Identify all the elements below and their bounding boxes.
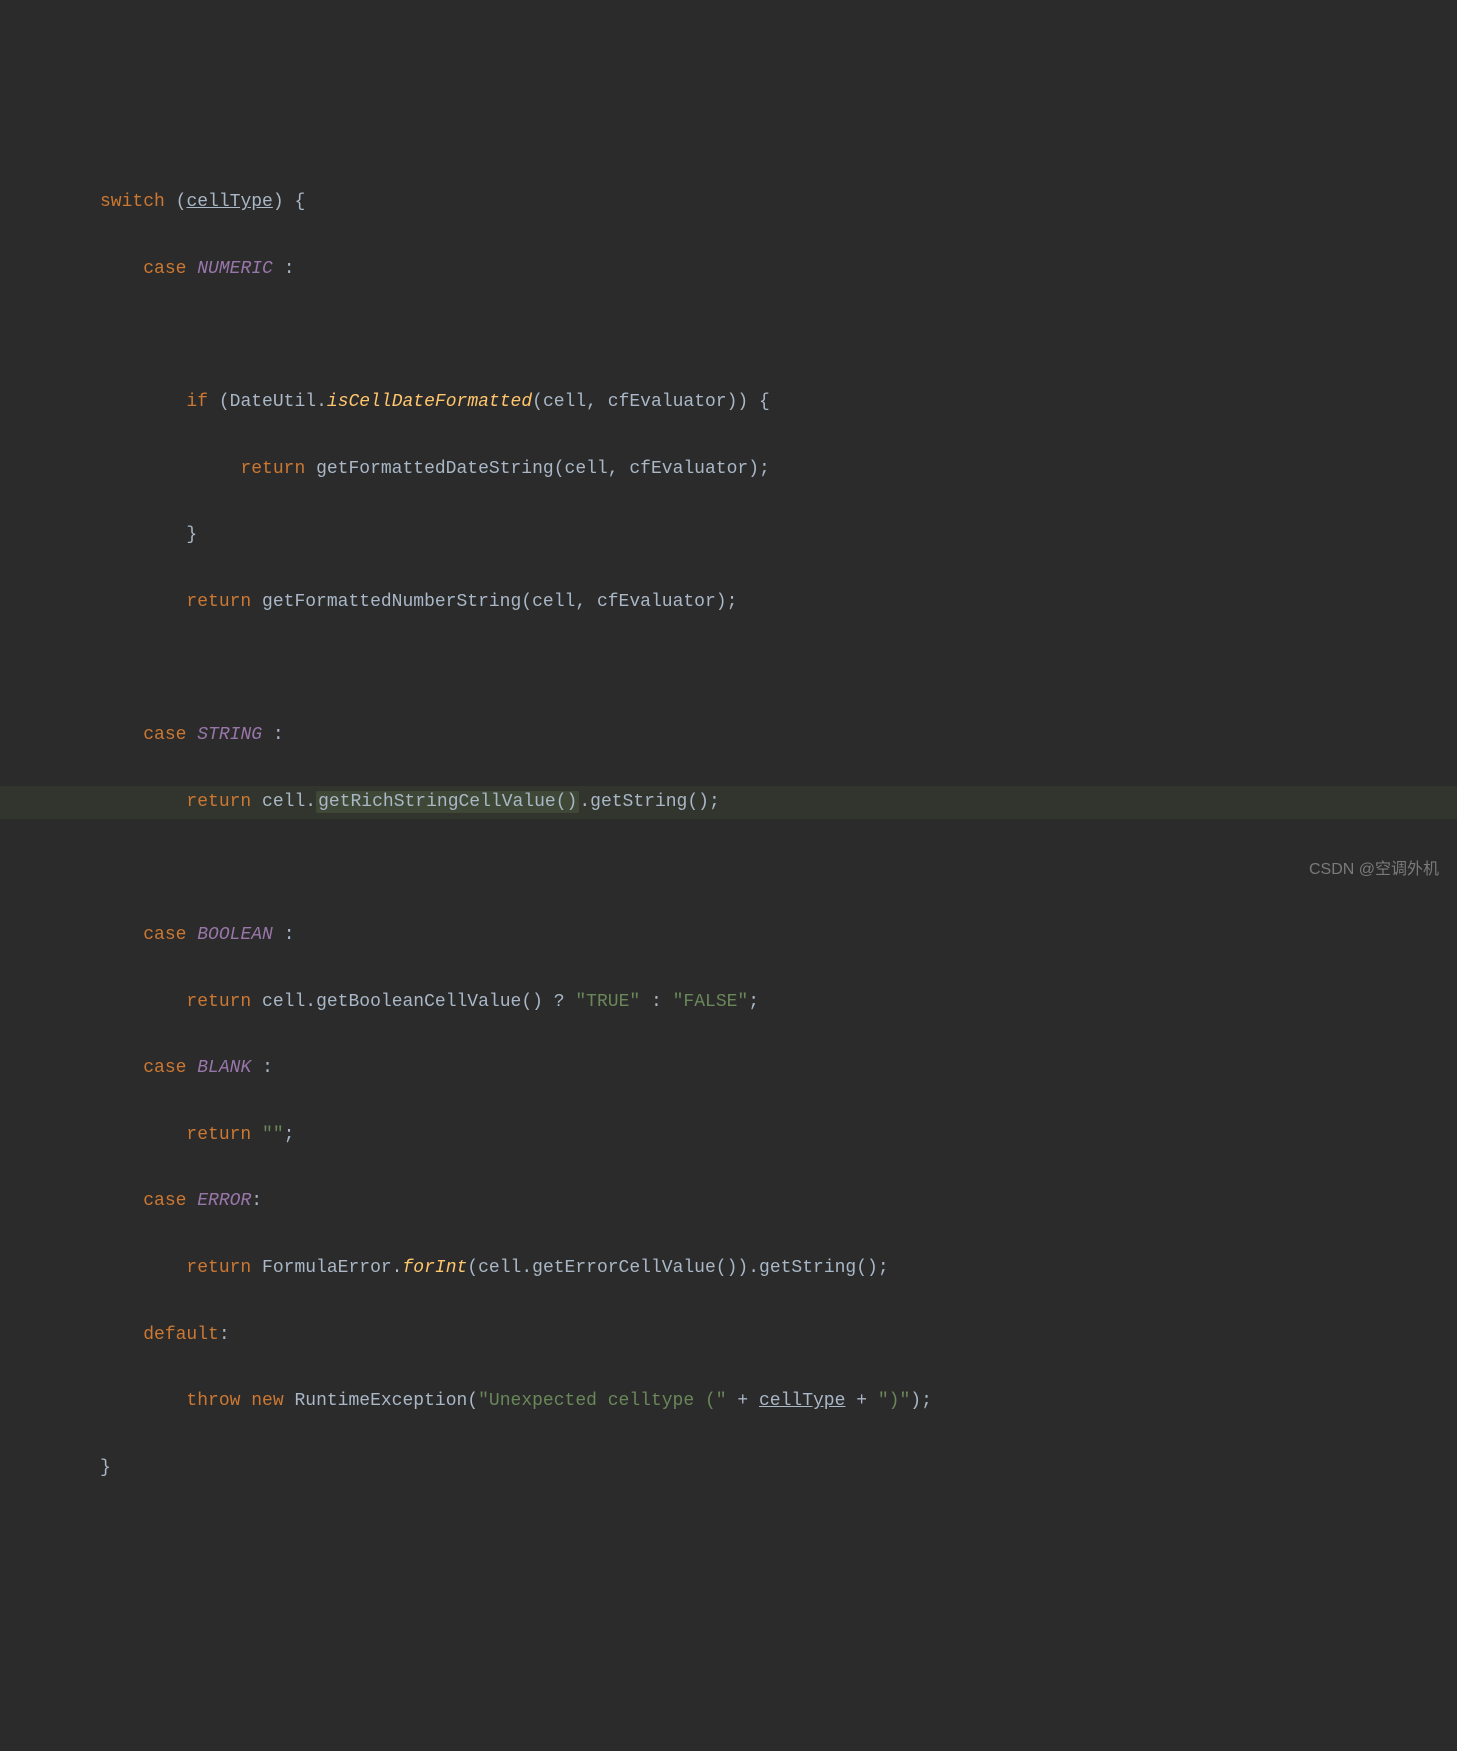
code-line[interactable] — [100, 653, 1457, 686]
code-line[interactable]: case BOOLEAN : — [100, 919, 1457, 952]
code-line[interactable]: } — [100, 519, 1457, 552]
code-line[interactable] — [100, 320, 1457, 353]
code-line[interactable]: if (DateUtil.isCellDateFormatted(cell, c… — [100, 386, 1457, 419]
code-line[interactable]: return getFormattedNumberString(cell, cf… — [100, 586, 1457, 619]
brace: } — [100, 1458, 111, 1478]
keyword-return: return — [186, 592, 251, 612]
arg-cell: cell — [543, 392, 586, 412]
enum-blank: BLANK — [197, 1058, 251, 1078]
method-forint: forInt — [402, 1258, 467, 1278]
code-line[interactable]: case ERROR: — [100, 1185, 1457, 1218]
code-line[interactable]: throw new RuntimeException("Unexpected c… — [100, 1385, 1457, 1418]
string-false: "FALSE" — [673, 992, 749, 1012]
keyword-if: if — [186, 392, 208, 412]
keyword-default: default — [143, 1325, 219, 1345]
code-line-highlighted[interactable]: return cell.getRichStringCellValue().get… — [0, 786, 1457, 819]
code-line[interactable]: switch (cellType) { — [100, 186, 1457, 219]
keyword-new: new — [251, 1391, 283, 1411]
keyword-case: case — [143, 1058, 186, 1078]
arg-cfevaluator: cfEvaluator — [608, 392, 727, 412]
enum-numeric: NUMERIC — [197, 259, 273, 279]
paren: ) — [273, 192, 284, 212]
code-line[interactable] — [100, 852, 1457, 885]
class-runtimeexception: RuntimeException — [294, 1391, 467, 1411]
code-editor[interactable]: switch (cellType) { case NUMERIC : if (D… — [40, 153, 1457, 1518]
code-line[interactable]: return getFormattedDateString(cell, cfEv… — [100, 453, 1457, 486]
code-line[interactable]: case STRING : — [100, 719, 1457, 752]
string-true: "TRUE" — [575, 992, 640, 1012]
method-getstring: getString — [759, 1258, 856, 1278]
paren: ( — [176, 192, 187, 212]
keyword-return: return — [186, 1125, 251, 1145]
keyword-return: return — [186, 992, 251, 1012]
keyword-case: case — [143, 725, 186, 745]
code-line[interactable]: case NUMERIC : — [100, 253, 1457, 286]
method-getboolean: getBooleanCellValue — [316, 992, 521, 1012]
string-empty: "" — [262, 1125, 284, 1145]
keyword-return: return — [186, 1258, 251, 1278]
code-line[interactable]: } — [100, 1452, 1457, 1485]
method-iscelldate: isCellDateFormatted — [327, 392, 532, 412]
method-call: getFormattedDateString — [316, 459, 554, 479]
brace: } — [186, 525, 197, 545]
enum-error: ERROR — [197, 1191, 251, 1211]
keyword-switch: switch — [100, 192, 165, 212]
brace: { — [294, 192, 305, 212]
keyword-throw: throw — [186, 1391, 240, 1411]
method-call: getFormattedNumberString — [262, 592, 521, 612]
method-geterror: getErrorCellValue — [532, 1258, 716, 1278]
code-line[interactable]: return cell.getBooleanCellValue() ? "TRU… — [100, 986, 1457, 1019]
string-msg2: ")" — [878, 1391, 910, 1411]
code-line[interactable]: return ""; — [100, 1119, 1457, 1152]
keyword-case: case — [143, 1191, 186, 1211]
enum-boolean: BOOLEAN — [197, 925, 273, 945]
code-line[interactable]: default: — [100, 1319, 1457, 1352]
variable-celltype: cellType — [186, 192, 272, 212]
method-getstring: getString — [590, 792, 687, 812]
class-formulaerror: FormulaError — [262, 1258, 392, 1278]
colon: : — [284, 259, 295, 279]
watermark: CSDN @空调外机 — [1309, 855, 1439, 885]
keyword-case: case — [143, 259, 186, 279]
enum-string: STRING — [197, 725, 262, 745]
variable-celltype: cellType — [759, 1391, 845, 1411]
keyword-case: case — [143, 925, 186, 945]
code-line[interactable]: return FormulaError.forInt(cell.getError… — [100, 1252, 1457, 1285]
keyword-return: return — [240, 459, 305, 479]
code-line[interactable]: case BLANK : — [100, 1052, 1457, 1085]
method-selection: getRichStringCellValue() — [316, 791, 579, 813]
class-dateutil: DateUtil — [230, 392, 316, 412]
keyword-return: return — [186, 792, 251, 812]
string-msg: "Unexpected celltype (" — [478, 1391, 726, 1411]
